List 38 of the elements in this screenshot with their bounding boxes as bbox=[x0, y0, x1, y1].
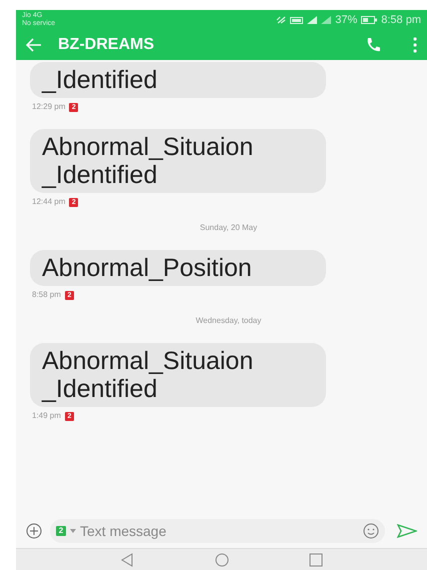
contact-name: BZ-DREAMS bbox=[58, 35, 155, 55]
signal-icon bbox=[307, 16, 318, 24]
more-icon bbox=[413, 37, 417, 53]
message-bubble[interactable]: Abnormal_Position bbox=[30, 250, 326, 286]
call-button[interactable] bbox=[365, 37, 381, 53]
attach-button[interactable] bbox=[26, 523, 42, 539]
date-separator: Sunday, 20 May bbox=[198, 222, 258, 234]
recents-button[interactable] bbox=[308, 552, 322, 566]
emoji-button[interactable] bbox=[363, 523, 379, 539]
message-time: 8:58 pm bbox=[32, 289, 61, 301]
clock: 8:58 pm bbox=[381, 14, 421, 26]
dropdown-caret-icon bbox=[70, 529, 76, 533]
back-button[interactable] bbox=[26, 38, 42, 52]
triangle-icon bbox=[120, 552, 134, 566]
message-bubble[interactable]: Abnormal_Situaion _Identified bbox=[30, 343, 326, 407]
send-icon bbox=[397, 524, 417, 538]
battery-icon bbox=[361, 16, 378, 24]
message-time: 12:44 pm bbox=[32, 196, 66, 208]
message-time: 1:49 pm bbox=[32, 410, 61, 422]
message-bubble[interactable]: _Identified bbox=[30, 62, 326, 98]
back-nav-button[interactable] bbox=[120, 552, 134, 566]
message-time: 12:29 pm bbox=[32, 101, 66, 113]
phone-icon bbox=[365, 37, 381, 53]
message-field[interactable]: Text message bbox=[80, 520, 230, 542]
mute-icon bbox=[276, 16, 286, 24]
back-arrow-icon bbox=[26, 38, 42, 52]
signal-icon bbox=[321, 16, 332, 24]
plus-circle-icon bbox=[26, 523, 42, 539]
square-icon bbox=[308, 552, 322, 566]
send-button[interactable] bbox=[397, 524, 417, 538]
battery-percent: 37% bbox=[335, 14, 358, 26]
circle-icon bbox=[214, 552, 228, 566]
home-button[interactable] bbox=[214, 552, 228, 566]
date-separator: Wednesday, today bbox=[194, 315, 262, 327]
menu-button[interactable] bbox=[413, 37, 417, 53]
smiley-icon bbox=[363, 523, 379, 539]
volte-icon bbox=[290, 16, 304, 24]
message-bubble[interactable]: Abnormal_Situaion _Identified bbox=[30, 129, 326, 193]
